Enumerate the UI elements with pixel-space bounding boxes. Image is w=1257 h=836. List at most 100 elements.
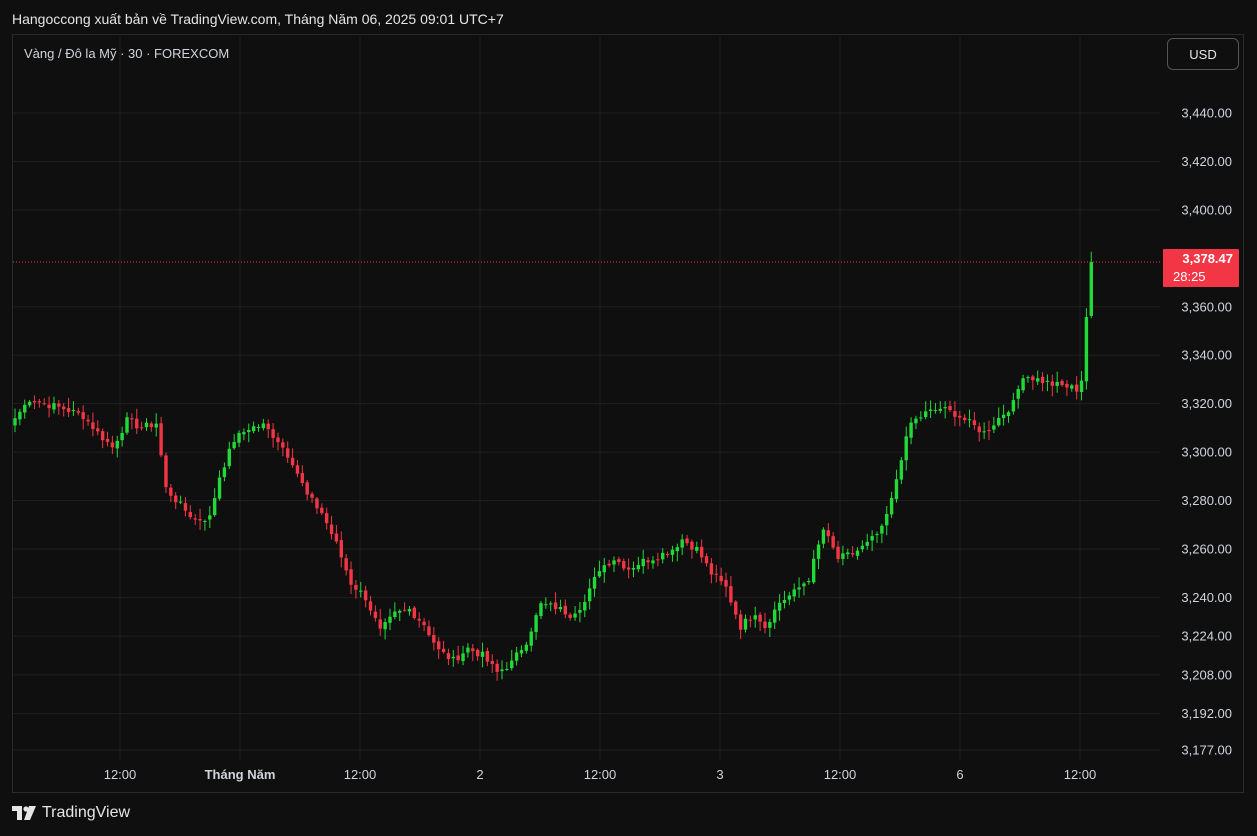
candle [485, 647, 490, 667]
candle-body [432, 634, 436, 643]
candle-body [695, 546, 699, 551]
candle [480, 642, 485, 668]
candle [997, 407, 1001, 427]
candle-body [948, 406, 952, 411]
candle-body [188, 512, 193, 518]
candle-body [967, 419, 972, 421]
candle-body [178, 501, 183, 503]
candle [27, 400, 32, 408]
candle [519, 645, 524, 658]
y-tick-label: 3,260.00 [1181, 541, 1232, 556]
candle [510, 649, 514, 671]
candle [573, 606, 577, 621]
candle-body [47, 404, 51, 409]
candle [846, 548, 850, 560]
candle [646, 556, 650, 570]
candle-body [753, 615, 757, 620]
candle [962, 414, 967, 424]
candle [96, 420, 100, 436]
candle-body [680, 539, 684, 548]
candle-body [899, 460, 904, 480]
y-tick-label: 3,360.00 [1181, 299, 1232, 314]
y-tick-label: 3,340.00 [1181, 348, 1232, 363]
candle [242, 428, 246, 441]
candle-body [670, 549, 675, 555]
candle-body [607, 563, 611, 566]
candle [47, 396, 51, 418]
candle-body [519, 650, 524, 654]
candle [836, 540, 840, 563]
candle-body [1031, 376, 1035, 381]
candle [709, 557, 714, 584]
candle [193, 514, 197, 525]
candle [378, 608, 382, 636]
candle-body [256, 427, 261, 429]
candle-body [320, 507, 324, 514]
grid [13, 36, 1160, 760]
candle-body [914, 418, 918, 424]
candle [91, 412, 95, 437]
x-tick-label: 2 [476, 767, 483, 782]
candle [967, 409, 972, 428]
candle-body [612, 560, 616, 565]
candle-body [149, 423, 154, 428]
candle-body [544, 604, 548, 606]
candle-body [247, 429, 251, 433]
candle [816, 540, 821, 570]
candle-body [120, 432, 124, 441]
candle [203, 519, 207, 531]
candle [256, 424, 261, 432]
candle [797, 577, 801, 598]
candle-body [130, 418, 134, 420]
candle [539, 601, 543, 620]
currency-button[interactable]: USD [1167, 38, 1239, 70]
candle [787, 591, 792, 606]
tradingview-brand[interactable]: TradingView [12, 804, 130, 822]
candle-body [344, 558, 348, 571]
candle-body [154, 423, 158, 428]
candle [349, 561, 353, 595]
candle [115, 435, 119, 458]
candle-body [729, 586, 733, 603]
candle-body [685, 538, 689, 544]
candle [982, 422, 986, 439]
candle [850, 545, 855, 558]
candle-body [378, 619, 382, 629]
candle [417, 612, 421, 628]
candle-body [222, 467, 227, 478]
candle-body [23, 404, 27, 413]
y-tick-label: 3,280.00 [1181, 493, 1232, 508]
candle-body [646, 560, 650, 563]
candle-body [923, 411, 928, 417]
candle [699, 539, 704, 563]
candle-body [962, 417, 967, 421]
candle [1065, 380, 1069, 396]
candle [1040, 371, 1045, 392]
candle [135, 408, 139, 434]
candle [81, 405, 85, 430]
candle-body [743, 618, 748, 630]
candle-body [466, 647, 470, 653]
candle [212, 488, 217, 517]
candle-body [383, 622, 387, 630]
y-tick-label: 3,440.00 [1181, 106, 1232, 121]
candle-body [1045, 380, 1050, 382]
candle [393, 602, 397, 620]
candle-body [198, 519, 202, 521]
candle [407, 605, 412, 616]
x-axis: 12:00 Tháng Năm 12:00 2 12:00 3 12:00 6 12:00 [104, 767, 1097, 782]
candle [685, 534, 689, 546]
candle [670, 545, 675, 562]
candle [928, 400, 933, 419]
candle [451, 650, 455, 667]
candlestick-chart[interactable]: 3,440.00 3,420.00 3,400.00 3,360.00 3,340.00… [0, 0, 1257, 836]
candle-body [203, 520, 207, 522]
candle-body [1001, 414, 1006, 419]
candle-body [865, 541, 869, 546]
candle [32, 395, 37, 409]
candle [875, 531, 879, 543]
candle-body [763, 621, 767, 628]
candle-body [563, 605, 568, 615]
last-price-value: 3,378.47 [1182, 251, 1233, 266]
candle-body [529, 631, 533, 646]
